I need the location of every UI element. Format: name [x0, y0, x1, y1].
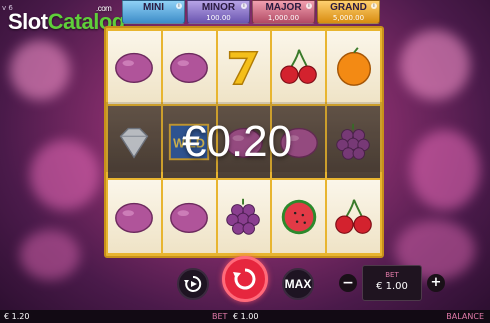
max-bet-button[interactable]: MAX: [282, 268, 314, 300]
info-icon[interactable]: i: [306, 3, 312, 9]
decrease-bet-button[interactable]: −: [339, 274, 357, 292]
control-bar: MAX − BET € 1.00 +: [0, 256, 490, 310]
reel-cell: [327, 180, 380, 253]
reel-cell: [272, 180, 326, 253]
jackpot-major-value: 1,000.00: [267, 14, 300, 22]
balance-label: BALANCE: [446, 312, 484, 321]
seven-icon: [228, 51, 259, 86]
jackpot-grand-value: 5,000.00: [332, 14, 365, 22]
status-bar: € 1.20 BET € 1.00 BALANCE: [0, 310, 490, 323]
cash-value: € 1.20: [4, 312, 30, 321]
info-icon[interactable]: i: [371, 3, 377, 9]
jackpot-mini-name: MINI: [142, 2, 165, 13]
bet-display-value: € 1.00: [376, 281, 408, 292]
reel-cell: [108, 105, 161, 179]
reel-cell: [108, 31, 161, 104]
info-icon[interactable]: i: [176, 3, 182, 9]
reel-cell: [162, 31, 216, 104]
bet-display-label: BET: [385, 271, 399, 279]
diamond-icon: [120, 127, 149, 159]
autoplay-icon: [184, 275, 202, 292]
plum-icon: [115, 202, 154, 233]
spin-button[interactable]: [222, 256, 268, 302]
spin-icon: [233, 268, 256, 290]
jackpot-bar: MINI i MINOR 100.00 i MAJOR 1,000.00 i G…: [122, 0, 380, 25]
info-icon[interactable]: i: [241, 3, 247, 9]
increase-bet-button[interactable]: +: [427, 274, 445, 292]
status-bet-value: € 1.00: [233, 312, 259, 321]
plum-icon: [170, 53, 209, 84]
watermelon-icon: [281, 199, 317, 234]
jackpot-minor-value: 100.00: [206, 14, 231, 22]
jackpot-grand[interactable]: GRAND 5,000.00 i: [317, 0, 380, 24]
plum-icon: [115, 53, 154, 84]
plum-icon: [170, 202, 209, 233]
bet-display: BET € 1.00: [362, 265, 422, 301]
reel-cell: [327, 105, 380, 179]
reel-cell: [108, 180, 161, 253]
cherry-icon: [334, 199, 372, 234]
win-amount: €0.20: [182, 117, 293, 166]
jackpot-minor-name: MINOR: [201, 2, 236, 13]
cherry-icon: [279, 49, 317, 85]
reel-cell: [327, 31, 380, 104]
jackpot-major-name: MAJOR: [265, 2, 302, 13]
reel-cell: [217, 31, 271, 104]
logo-com-text: .com: [96, 4, 112, 13]
autoplay-button[interactable]: [177, 268, 209, 300]
reel-cell: [272, 31, 326, 104]
status-bet-label: BET: [212, 312, 228, 321]
logo-slot-text: Slot: [8, 9, 48, 34]
reel-cell: [162, 180, 216, 253]
reel-cell: [217, 180, 271, 253]
jackpot-mini[interactable]: MINI i: [122, 0, 185, 24]
jackpot-major[interactable]: MAJOR 1,000.00 i: [252, 0, 315, 24]
jackpot-minor[interactable]: MINOR 100.00 i: [187, 0, 250, 24]
grapes-icon: [226, 198, 260, 235]
jackpot-grand-name: GRAND: [330, 2, 367, 13]
grapes-icon: [335, 123, 370, 160]
orange-icon: [336, 47, 371, 87]
